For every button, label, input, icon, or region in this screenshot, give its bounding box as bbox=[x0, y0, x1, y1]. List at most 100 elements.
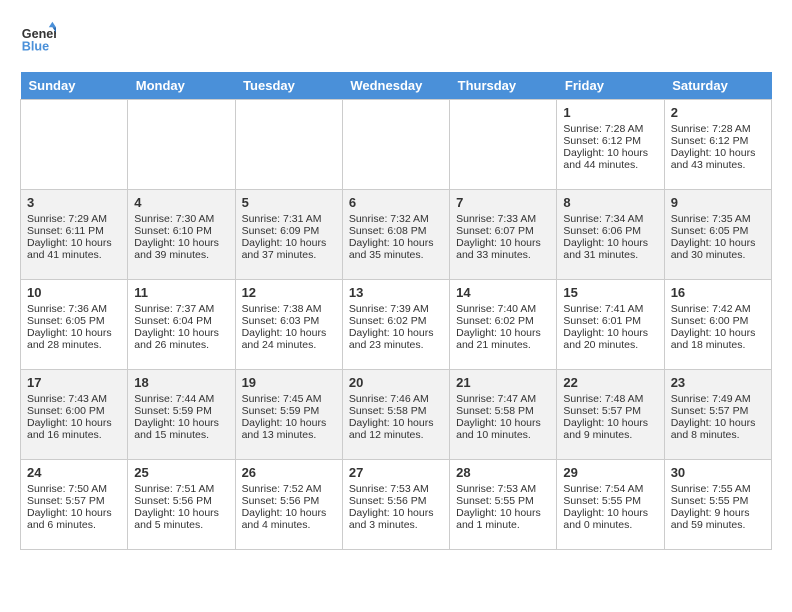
day-info: Sunrise: 7:31 AM bbox=[242, 213, 336, 225]
day-info: Sunset: 6:01 PM bbox=[563, 315, 657, 327]
day-info: Sunset: 5:56 PM bbox=[134, 495, 228, 507]
calendar-cell: 25 Sunrise: 7:51 AMSunset: 5:56 PMDayligh… bbox=[128, 460, 235, 550]
calendar-cell: 29Sunrise: 7:54 AMSunset: 5:55 PMDayligh… bbox=[557, 460, 664, 550]
day-info: Sunset: 5:56 PM bbox=[349, 495, 443, 507]
day-info: Daylight: 10 hours bbox=[27, 237, 121, 249]
day-info: Daylight: 10 hours bbox=[563, 507, 657, 519]
day-info: Sunset: 6:02 PM bbox=[456, 315, 550, 327]
day-number: 24 bbox=[27, 465, 121, 480]
day-info: Daylight: 10 hours bbox=[671, 237, 765, 249]
day-info: Sunrise: 7:51 AM bbox=[134, 483, 228, 495]
day-info: Daylight: 10 hours bbox=[242, 507, 336, 519]
day-number: 13 bbox=[349, 285, 443, 300]
calendar-cell: 1Sunrise: 7:28 AMSunset: 6:12 PMDaylight… bbox=[557, 100, 664, 190]
day-info: Sunrise: 7:46 AM bbox=[349, 393, 443, 405]
day-number: 26 bbox=[242, 465, 336, 480]
day-info: and 35 minutes. bbox=[349, 249, 443, 261]
day-info: Sunrise: 7:42 AM bbox=[671, 303, 765, 315]
day-number: 15 bbox=[563, 285, 657, 300]
day-number: 30 bbox=[671, 465, 765, 480]
day-info: and 26 minutes. bbox=[134, 339, 228, 351]
day-info: Daylight: 10 hours bbox=[242, 237, 336, 249]
calendar-cell bbox=[235, 100, 342, 190]
day-info: and 24 minutes. bbox=[242, 339, 336, 351]
day-number: 27 bbox=[349, 465, 443, 480]
day-number: 16 bbox=[671, 285, 765, 300]
day-info: Sunrise: 7:40 AM bbox=[456, 303, 550, 315]
day-info: and 10 minutes. bbox=[456, 429, 550, 441]
day-number: 17 bbox=[27, 375, 121, 390]
day-number: 5 bbox=[242, 195, 336, 210]
day-info: and 5 minutes. bbox=[134, 519, 228, 531]
calendar-cell: 20Sunrise: 7:46 AMSunset: 5:58 PMDayligh… bbox=[342, 370, 449, 460]
day-info: Daylight: 10 hours bbox=[563, 237, 657, 249]
day-info: Sunset: 6:04 PM bbox=[134, 315, 228, 327]
day-info: Sunset: 6:12 PM bbox=[563, 135, 657, 147]
calendar-week-row: 10Sunrise: 7:36 AMSunset: 6:05 PMDayligh… bbox=[21, 280, 772, 370]
day-info: and 4 minutes. bbox=[242, 519, 336, 531]
calendar-cell: 6Sunrise: 7:32 AMSunset: 6:08 PMDaylight… bbox=[342, 190, 449, 280]
day-info: Daylight: 10 hours bbox=[671, 327, 765, 339]
day-info: Daylight: 10 hours bbox=[27, 327, 121, 339]
calendar-cell: 10Sunrise: 7:36 AMSunset: 6:05 PMDayligh… bbox=[21, 280, 128, 370]
weekday-header-tuesday: Tuesday bbox=[235, 72, 342, 100]
day-info: Sunrise: 7:30 AM bbox=[134, 213, 228, 225]
day-info: Sunset: 6:11 PM bbox=[27, 225, 121, 237]
day-info: Sunrise: 7:45 AM bbox=[242, 393, 336, 405]
day-number: 1 bbox=[563, 105, 657, 120]
weekday-header-sunday: Sunday bbox=[21, 72, 128, 100]
day-info: and 44 minutes. bbox=[563, 159, 657, 171]
day-number: 9 bbox=[671, 195, 765, 210]
day-number: 6 bbox=[349, 195, 443, 210]
day-number: 2 bbox=[671, 105, 765, 120]
day-info: Sunrise: 7:52 AM bbox=[242, 483, 336, 495]
day-info: and 16 minutes. bbox=[27, 429, 121, 441]
day-info: Sunset: 5:59 PM bbox=[134, 405, 228, 417]
svg-text:Blue: Blue bbox=[22, 40, 49, 54]
day-number: 8 bbox=[563, 195, 657, 210]
day-info: Daylight: 10 hours bbox=[134, 237, 228, 249]
day-info: Sunset: 5:58 PM bbox=[349, 405, 443, 417]
day-info: Sunrise: 7:54 AM bbox=[563, 483, 657, 495]
day-info: Daylight: 10 hours bbox=[134, 507, 228, 519]
calendar-week-row: 24Sunrise: 7:50 AMSunset: 5:57 PMDayligh… bbox=[21, 460, 772, 550]
day-number: 25 bbox=[134, 465, 228, 480]
day-info: Sunset: 6:00 PM bbox=[27, 405, 121, 417]
day-info: Sunrise: 7:28 AM bbox=[563, 123, 657, 135]
day-info: Sunset: 6:12 PM bbox=[671, 135, 765, 147]
calendar-cell bbox=[128, 100, 235, 190]
calendar-cell: 12Sunrise: 7:38 AMSunset: 6:03 PMDayligh… bbox=[235, 280, 342, 370]
weekday-header-wednesday: Wednesday bbox=[342, 72, 449, 100]
calendar-cell bbox=[450, 100, 557, 190]
calendar-week-row: 17Sunrise: 7:43 AMSunset: 6:00 PMDayligh… bbox=[21, 370, 772, 460]
calendar-cell: 21Sunrise: 7:47 AMSunset: 5:58 PMDayligh… bbox=[450, 370, 557, 460]
day-info: Sunset: 5:58 PM bbox=[456, 405, 550, 417]
day-info: Sunset: 6:03 PM bbox=[242, 315, 336, 327]
calendar-cell: 26 Sunrise: 7:52 AMSunset: 5:56 PMDayligh… bbox=[235, 460, 342, 550]
day-info: Sunset: 5:56 PM bbox=[242, 495, 336, 507]
day-info: and 8 minutes. bbox=[671, 429, 765, 441]
calendar-cell: 28Sunrise: 7:53 AMSunset: 5:55 PMDayligh… bbox=[450, 460, 557, 550]
calendar-cell: 7Sunrise: 7:33 AMSunset: 6:07 PMDaylight… bbox=[450, 190, 557, 280]
day-info: and 20 minutes. bbox=[563, 339, 657, 351]
calendar-cell: 23Sunrise: 7:49 AMSunset: 5:57 PMDayligh… bbox=[664, 370, 771, 460]
day-info: Sunset: 6:06 PM bbox=[563, 225, 657, 237]
calendar-cell: 8Sunrise: 7:34 AMSunset: 6:06 PMDaylight… bbox=[557, 190, 664, 280]
calendar-cell: 9Sunrise: 7:35 AMSunset: 6:05 PMDaylight… bbox=[664, 190, 771, 280]
day-info: and 33 minutes. bbox=[456, 249, 550, 261]
day-info: Sunrise: 7:37 AM bbox=[134, 303, 228, 315]
calendar-cell: 11Sunrise: 7:37 AMSunset: 6:04 PMDayligh… bbox=[128, 280, 235, 370]
day-info: Daylight: 10 hours bbox=[242, 327, 336, 339]
day-number: 19 bbox=[242, 375, 336, 390]
day-info: Daylight: 10 hours bbox=[456, 507, 550, 519]
day-info: Daylight: 10 hours bbox=[134, 417, 228, 429]
calendar-cell: 18Sunrise: 7:44 AMSunset: 5:59 PMDayligh… bbox=[128, 370, 235, 460]
day-info: and 1 minute. bbox=[456, 519, 550, 531]
day-info: Daylight: 10 hours bbox=[134, 327, 228, 339]
day-info: Sunrise: 7:44 AM bbox=[134, 393, 228, 405]
day-info: and 43 minutes. bbox=[671, 159, 765, 171]
day-info: Sunrise: 7:38 AM bbox=[242, 303, 336, 315]
calendar-cell: 24Sunrise: 7:50 AMSunset: 5:57 PMDayligh… bbox=[21, 460, 128, 550]
calendar-cell: 27Sunrise: 7:53 AMSunset: 5:56 PMDayligh… bbox=[342, 460, 449, 550]
day-info: Sunset: 6:02 PM bbox=[349, 315, 443, 327]
